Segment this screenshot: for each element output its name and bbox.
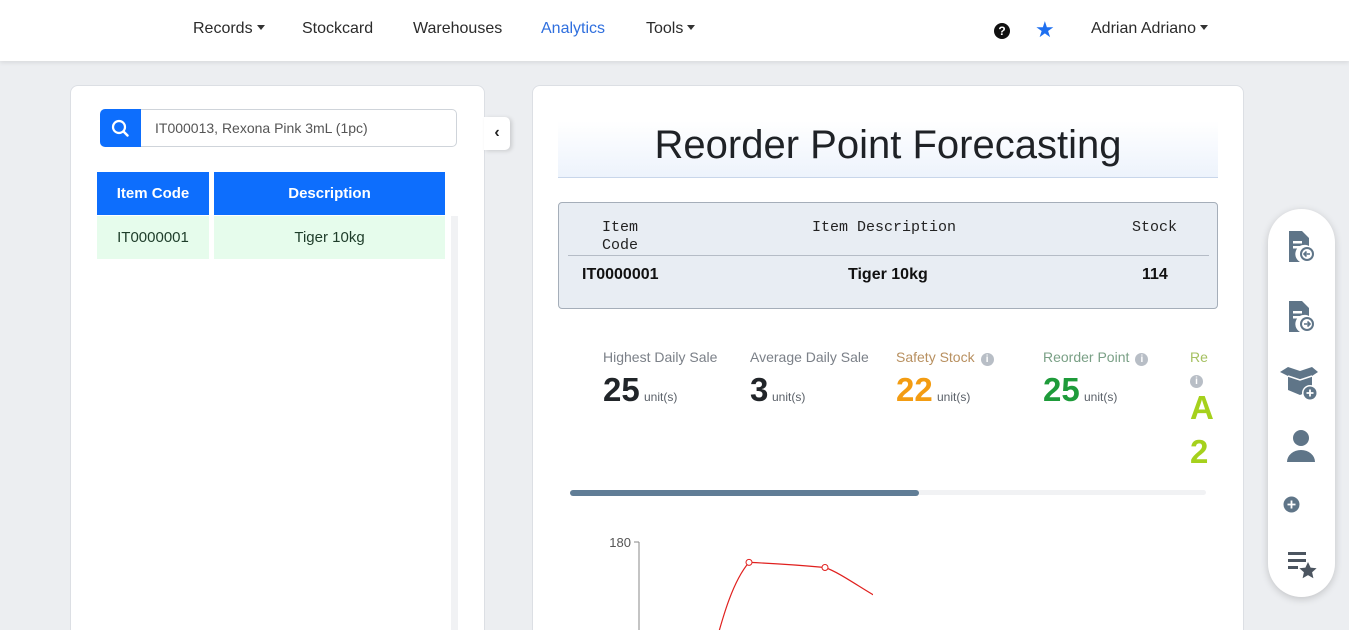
stat-unit: unit(s) bbox=[1084, 390, 1118, 404]
column-header-item-code[interactable]: Item Code bbox=[97, 172, 209, 215]
nav-warehouses[interactable]: Warehouses bbox=[413, 20, 502, 38]
info-header-code: Item Code bbox=[602, 219, 639, 254]
box-add-icon[interactable] bbox=[1278, 364, 1320, 402]
question-circle-icon[interactable]: ? bbox=[994, 23, 1010, 39]
nav-records-label: Records bbox=[193, 20, 253, 37]
stat-reorder-cutoff: Re i A 2 bbox=[1190, 349, 1214, 470]
collapse-panel-button[interactable]: ‹ bbox=[484, 117, 510, 150]
info-icon[interactable]: i bbox=[1135, 353, 1149, 366]
star-icon[interactable]: ★ bbox=[1035, 19, 1055, 41]
search-input[interactable] bbox=[141, 109, 457, 147]
info-value-description: Tiger 10kg bbox=[848, 266, 928, 283]
chevron-left-icon: ‹ bbox=[494, 124, 500, 141]
info-icon[interactable]: i bbox=[1190, 375, 1203, 388]
side-toolbar bbox=[1268, 209, 1335, 597]
list-star-icon[interactable] bbox=[1286, 549, 1318, 581]
chevron-down-icon bbox=[1199, 24, 1208, 30]
file-export-icon[interactable] bbox=[1286, 299, 1316, 335]
top-navbar: Records Stockcard Warehouses Analytics T… bbox=[0, 0, 1349, 61]
page-title: Reorder Point Forecasting bbox=[654, 123, 1122, 167]
search-icon bbox=[111, 119, 129, 137]
forecast-panel: Reorder Point Forecasting Item Code Item… bbox=[532, 85, 1244, 630]
data-point[interactable] bbox=[821, 564, 829, 571]
nav-tools[interactable]: Tools bbox=[646, 20, 696, 38]
user-menu[interactable]: Adrian Adriano bbox=[1091, 20, 1208, 38]
nav-analytics[interactable]: Analytics bbox=[541, 20, 605, 38]
search-button[interactable] bbox=[100, 109, 141, 147]
stat-unit: unit(s) bbox=[644, 390, 678, 404]
info-icon[interactable]: i bbox=[980, 353, 994, 366]
stat-label: Highest Daily Sale bbox=[603, 349, 718, 365]
file-import-icon[interactable] bbox=[1286, 229, 1316, 265]
stat-label-text: Safety Stock bbox=[896, 349, 975, 365]
stat-value: 22 bbox=[896, 371, 933, 408]
item-info-box: Item Code Item Description Stock IT00000… bbox=[558, 202, 1218, 309]
stat-value: 3 bbox=[750, 371, 769, 408]
user-icon[interactable] bbox=[1286, 429, 1316, 463]
column-header-description[interactable]: Description bbox=[214, 172, 445, 215]
table-cell-item-code[interactable]: IT0000001 bbox=[97, 216, 209, 259]
info-value-code: IT0000001 bbox=[582, 266, 659, 283]
stat-label: Reorder Point i bbox=[1043, 349, 1149, 366]
series-points bbox=[745, 558, 829, 571]
nav-tools-label: Tools bbox=[646, 20, 684, 37]
info-header-description: Item Description bbox=[812, 219, 957, 236]
stat-unit: unit(s) bbox=[937, 390, 971, 404]
stat-label-text: Reorder Point bbox=[1043, 349, 1130, 365]
series-line bbox=[718, 561, 873, 630]
stat-value: 25 bbox=[603, 371, 640, 408]
stat-label: Re bbox=[1190, 349, 1208, 365]
stat-reorder-point: Reorder Point i 25 unit(s) bbox=[1043, 349, 1149, 408]
table-cell-description[interactable]: Tiger 10kg bbox=[214, 216, 445, 259]
stat-label: Safety Stock i bbox=[896, 349, 994, 366]
stat-highest-daily-sale: Highest Daily Sale 25 unit(s) bbox=[603, 349, 718, 408]
user-name: Adrian Adriano bbox=[1091, 20, 1196, 37]
info-value-stock: 114 bbox=[1142, 266, 1168, 283]
stat-value: 25 bbox=[1043, 371, 1080, 408]
divider bbox=[568, 255, 1209, 256]
chevron-down-icon bbox=[687, 24, 696, 30]
stat-unit: unit(s) bbox=[772, 390, 806, 404]
stat-label: Average Daily Sale bbox=[750, 349, 869, 365]
forecast-chart: 180 bbox=[609, 535, 873, 630]
stat-value-secondary: 2 bbox=[1190, 433, 1209, 470]
item-list-panel: Item Code Description IT0000001 Tiger 10… bbox=[70, 85, 485, 630]
chevron-down-icon bbox=[256, 24, 265, 30]
nav-records[interactable]: Records bbox=[193, 20, 265, 38]
table-scrollbar[interactable] bbox=[451, 216, 458, 630]
data-point[interactable] bbox=[745, 558, 753, 566]
info-header-stock: Stock bbox=[1132, 219, 1178, 236]
stat-value: A bbox=[1190, 389, 1214, 426]
add-circle-icon[interactable] bbox=[1283, 496, 1300, 513]
stats-scroll-thumb[interactable] bbox=[570, 490, 919, 496]
title-band: Reorder Point Forecasting bbox=[558, 121, 1218, 178]
nav-stockcard[interactable]: Stockcard bbox=[302, 20, 373, 38]
stat-safety-stock: Safety Stock i 22 unit(s) bbox=[896, 349, 994, 408]
stat-average-daily-sale: Average Daily Sale 3 unit(s) bbox=[750, 349, 869, 408]
y-tick-label: 180 bbox=[609, 535, 631, 550]
